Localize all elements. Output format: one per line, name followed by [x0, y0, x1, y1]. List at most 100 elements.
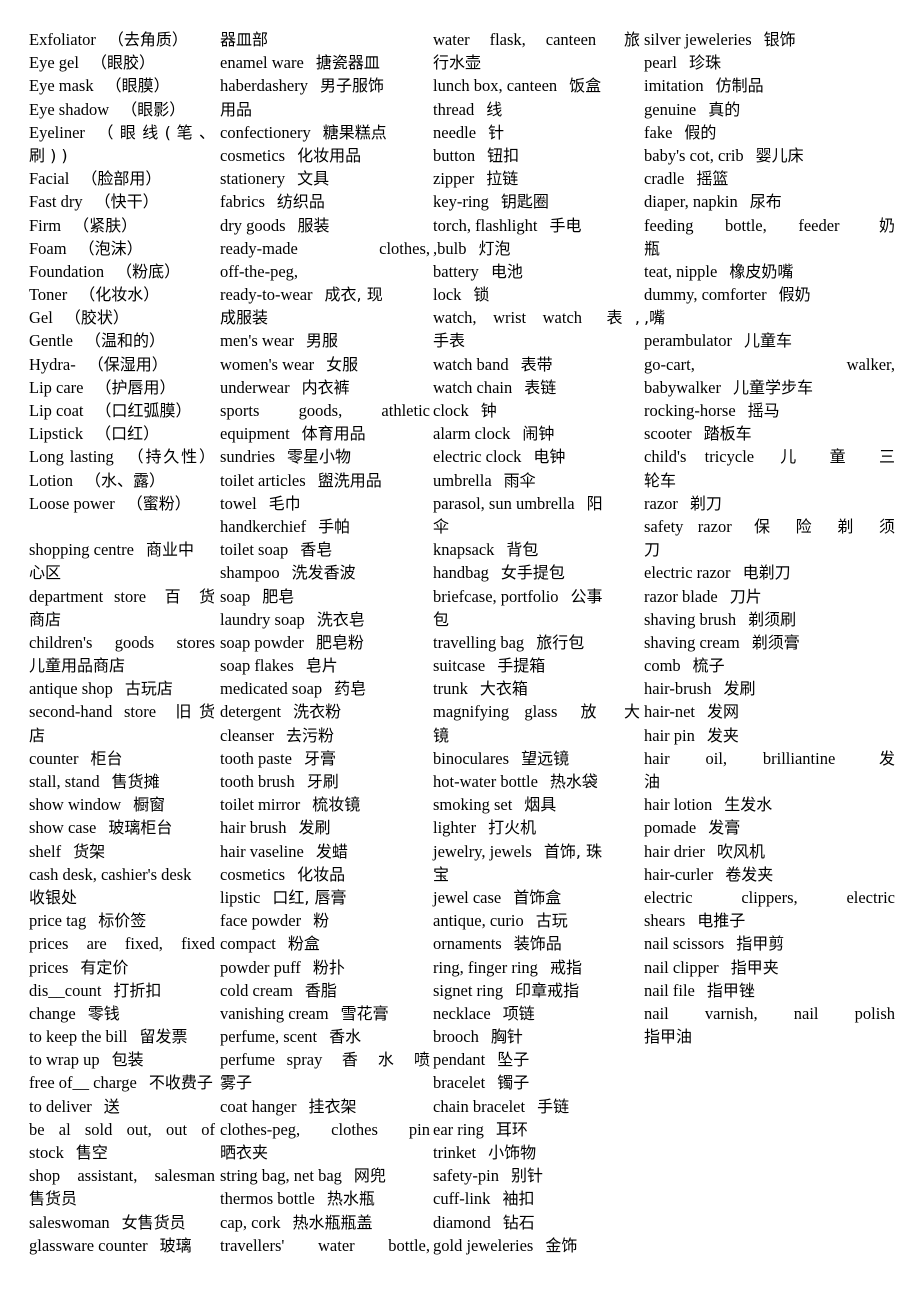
glossary-entry: toilet soap 香皂 [220, 538, 430, 561]
entry-term-en: safety razor [644, 516, 732, 536]
entry-term-en: towel [220, 493, 257, 513]
glossary-entry: 油 [644, 770, 895, 793]
entry-term-zh: 香脂 [304, 980, 337, 1000]
entry-term-zh: （化妆水） [79, 285, 160, 305]
entry-gap [294, 329, 306, 352]
glossary-entry: 包 [433, 608, 640, 631]
entry-term-zh: 阳 [586, 493, 603, 513]
entry-gap [692, 422, 704, 445]
entry-term-zh: 女手提包 [500, 563, 565, 583]
entry-gap [596, 28, 608, 51]
glossary-entry: Facial （脸部用） [29, 167, 215, 190]
entry-term-zh: 印章戒指 [515, 980, 580, 1000]
glossary-entry: powder puff 粉扑 [220, 956, 430, 979]
glossary-entry: cold cream 香脂 [220, 979, 430, 1002]
glossary-entry: lighter 打火机 [433, 816, 640, 839]
entry-term-en: fake [644, 122, 673, 142]
entry-term-en: Lip coat [29, 401, 84, 420]
entry-term-en: trinket [433, 1143, 477, 1162]
entry-gap [557, 74, 569, 97]
entry-term-zh: 小饰物 [488, 1143, 537, 1162]
entry-gap [491, 1002, 503, 1025]
glossary-entry: rocking-horse 摇马 [644, 399, 895, 422]
entry-term-zh: （胶状） [64, 308, 129, 328]
entry-term-en: shaving brush [644, 609, 737, 629]
entry-term-zh: 热水瓶瓶盖 [292, 1212, 373, 1232]
entry-term-zh: 用品 [220, 99, 253, 119]
entry-gap [681, 654, 693, 677]
entry-term-zh: 橡皮奶嘴 [729, 261, 794, 281]
entry-term-zh: 吹风机 [716, 841, 765, 861]
glossary-entry: Lip care （护唇用） [29, 376, 215, 399]
glossary-entry: feeding bottle, feeder 奶 [644, 214, 895, 237]
glossary-entry: Fast dry （快干） [29, 190, 215, 213]
entry-gap [293, 979, 305, 1002]
entry-gap [485, 1048, 497, 1071]
entry-gap [476, 816, 488, 839]
entry-term-zh: 拉链 [486, 169, 519, 189]
entry-term-zh: 儿 童 三 [766, 447, 895, 467]
entry-term-zh: 指甲锉 [706, 980, 755, 1000]
glossary-entry: hair-curler 卷发夹 [644, 863, 895, 886]
glossary-entry: to deliver 送 [29, 1095, 215, 1118]
glossary-entry: hair pin 发夹 [644, 724, 895, 747]
entry-term-en: lipstic [220, 887, 261, 907]
entry-term-en: stock [29, 1143, 64, 1162]
entry-term-zh: 心区 [29, 563, 62, 583]
entry-gap [538, 956, 550, 979]
glossary-entry: 伞 [433, 515, 640, 538]
entry-gap [297, 1095, 309, 1118]
entry-term-zh: 旧货 [168, 702, 215, 722]
entry-gap [677, 51, 689, 74]
glossary-entry: razor blade 刀片 [644, 585, 895, 608]
entry-gap [301, 909, 313, 932]
entry-term-zh: 送 [103, 1096, 120, 1116]
glossary-entry: lipstic 口红, 唇膏 [220, 886, 430, 909]
glossary-entry: department store 百 货 [29, 585, 215, 608]
entry-gap [322, 677, 334, 700]
glossary-entry: show window 橱窗 [29, 793, 215, 816]
entry-term-en: hair oil, brilliantine [644, 748, 836, 768]
glossary-entry: antique shop 古玩店 [29, 677, 215, 700]
entry-term-en: knapsack [433, 540, 495, 560]
glossary-entry: electric clock 电钟 [433, 445, 640, 468]
glossary-entry: dis__count 打折扣 [29, 979, 215, 1002]
entry-term-en: hair-net [644, 702, 695, 722]
entry-gap [502, 932, 514, 955]
entry-term-zh: （ 眼 线 ( 笔 、 [96, 122, 215, 142]
entry-term-en: equipment [220, 424, 290, 444]
glossary-entry: ring, finger ring 戒指 [433, 956, 640, 979]
entry-term-zh: 雾子 [220, 1073, 253, 1093]
entry-term-en: travellers' water bottle, [220, 1235, 430, 1255]
entry-gap [83, 190, 95, 213]
entry-term-zh: 发刷 [723, 679, 756, 699]
glossary-entry: thread 线 [433, 98, 640, 121]
entry-term-en: ear ring [433, 1119, 484, 1139]
entry-gap [78, 747, 90, 770]
glossary-entry: sports goods, athletic [220, 399, 430, 422]
entry-term-zh: 服装 [297, 215, 330, 235]
entry-term-zh: 轮车 [644, 470, 677, 490]
entry-term-en: hair-curler [644, 864, 714, 884]
entry-gap [475, 144, 487, 167]
entry-term-zh: 商店 [29, 609, 62, 629]
entry-gap [740, 631, 752, 654]
entry-gap [732, 329, 744, 352]
entry-gap [92, 1095, 104, 1118]
entry-term-en: gold jeweleries [433, 1235, 534, 1255]
glossary-entry: battery 电池 [433, 260, 640, 283]
glossary-entry: shaving cream 剃须膏 [644, 631, 895, 654]
entry-term-en: suitcase [433, 656, 486, 676]
entry-term-en: enamel ware [220, 53, 304, 73]
entry-gap [491, 1211, 503, 1234]
entry-term-zh: 生发水 [724, 795, 773, 815]
entry-term-zh: 粉盒 [287, 934, 320, 954]
entry-term-en: pearl [644, 53, 677, 73]
entry-gap [322, 1048, 334, 1071]
glossary-entry: 雾子 [220, 1071, 430, 1094]
glossary-entry: ready-made clothes, [220, 237, 430, 260]
glossary-entry: shopping centre 商业中 [29, 538, 215, 561]
entry-term-zh: 钮扣 [487, 145, 520, 165]
entry-term-zh: 牙膏 [303, 748, 336, 768]
glossary-entry: 成服装 [220, 306, 430, 329]
